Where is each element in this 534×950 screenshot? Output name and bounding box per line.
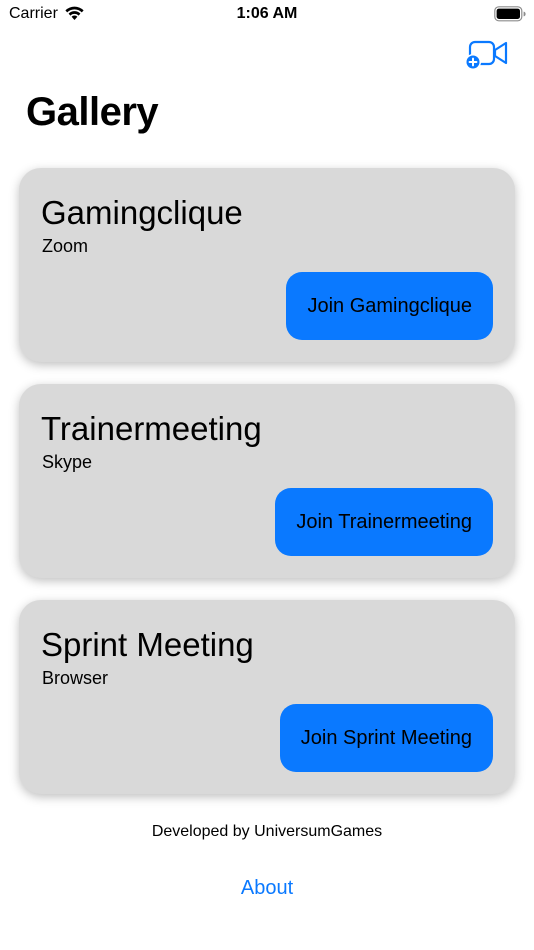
- join-meeting-button[interactable]: Join Sprint Meeting: [279, 704, 493, 772]
- meeting-card: Sprint Meeting Browser Join Sprint Meeti…: [19, 600, 515, 794]
- join-meeting-button[interactable]: Join Trainermeeting: [275, 488, 493, 556]
- about-link[interactable]: About: [0, 877, 534, 900]
- battery-icon: [494, 6, 526, 27]
- meeting-title: Gamingclique: [41, 194, 243, 231]
- clock-time: 1:06 AM: [236, 5, 298, 22]
- add-video-meeting-button[interactable]: [462, 38, 510, 72]
- meeting-card: Gamingclique Zoom Join Gamingclique: [19, 168, 515, 362]
- video-plus-icon: [465, 40, 508, 70]
- status-bar: Carrier 1:06 AM: [0, 0, 534, 28]
- meeting-platform: Skype: [42, 452, 93, 472]
- meeting-platform: Browser: [42, 668, 109, 688]
- app-screen: Carrier 1:06 AM Gallery Gamingclique Zoo…: [0, 0, 534, 950]
- developer-credit: Developed by UniversumGames: [151, 823, 383, 840]
- meeting-platform: Zoom: [42, 236, 89, 256]
- meeting-card: Trainermeeting Skype Join Trainermeeting: [19, 384, 515, 578]
- page-title: Gallery: [26, 90, 159, 134]
- meeting-title: Trainermeeting: [41, 410, 262, 447]
- join-meeting-button[interactable]: Join Gamingclique: [286, 272, 493, 340]
- meeting-title: Sprint Meeting: [41, 626, 254, 663]
